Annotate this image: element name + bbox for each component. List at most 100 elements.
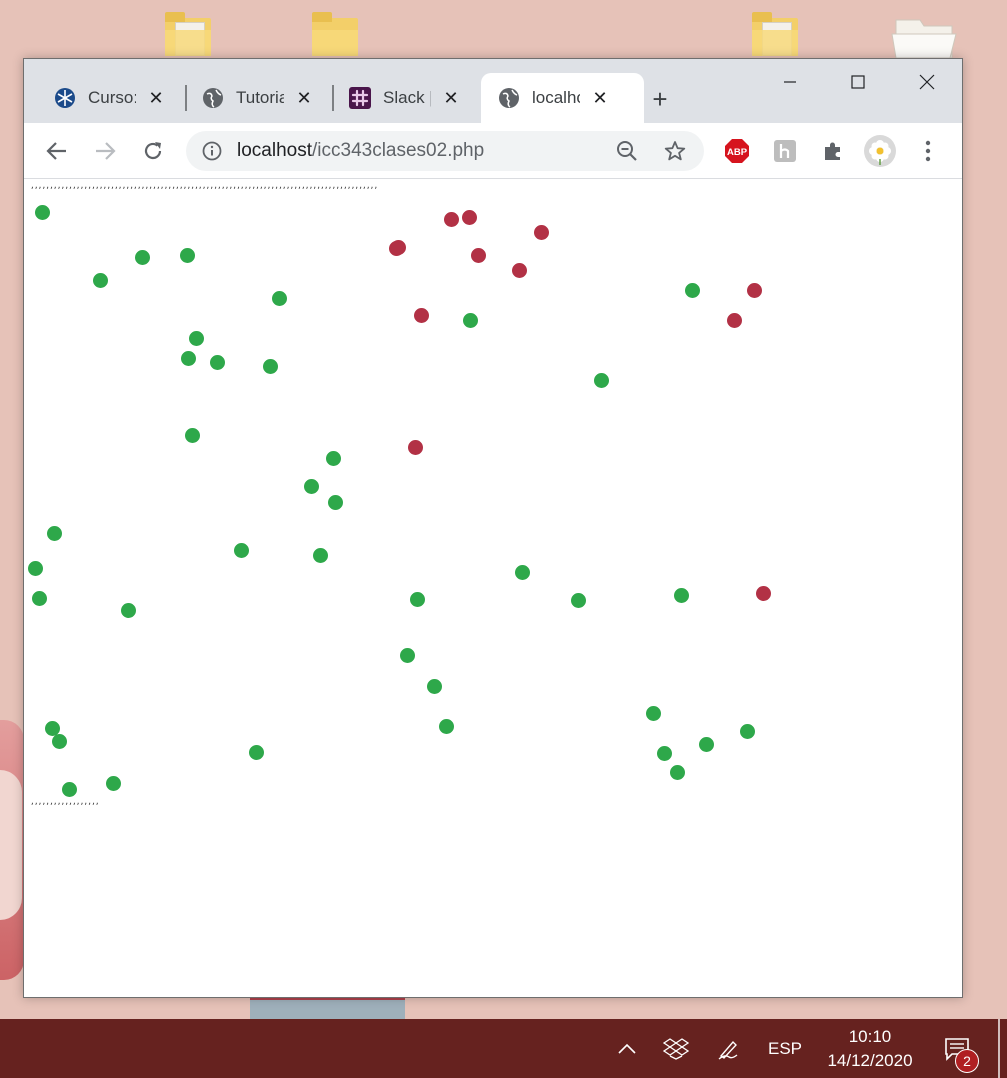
green-dot: [303, 478, 319, 494]
h-extension-icon: [774, 140, 796, 162]
tab-curso[interactable]: Curso: ✕: [44, 73, 194, 123]
menu-button[interactable]: [912, 135, 944, 167]
green-dot: [645, 705, 661, 721]
green-dot: [134, 249, 150, 265]
green-dot: [271, 290, 287, 306]
globe-icon: [498, 87, 520, 109]
green-dot: [312, 547, 328, 563]
minimize-button[interactable]: [767, 69, 813, 95]
tab-separator: [332, 85, 334, 111]
green-dot: [233, 542, 249, 558]
browser-window: Curso: ✕ Tutoria ✕ Slack | ✕ localhos: [23, 58, 963, 998]
green-dot: [669, 764, 685, 780]
red-dot: [533, 224, 549, 240]
desktop-folder-icon[interactable]: [312, 12, 358, 56]
zoom-out-icon[interactable]: [616, 140, 638, 167]
minimize-icon: [784, 81, 796, 83]
green-dot: [462, 312, 478, 328]
profile-avatar[interactable]: [864, 135, 896, 167]
green-dot: [120, 602, 136, 618]
clock-time: 10:10: [848, 1027, 892, 1046]
dots-canvas: [24, 179, 962, 997]
maximize-icon: [851, 75, 865, 89]
tab-title: Curso:: [88, 88, 136, 107]
red-dot: [755, 585, 771, 601]
desktop-folder-icon[interactable]: [165, 12, 211, 56]
tab-localhost[interactable]: localhos ✕: [481, 73, 644, 123]
green-dot: [593, 372, 609, 388]
forward-button[interactable]: [89, 135, 121, 167]
info-icon[interactable]: [202, 141, 222, 166]
notification-count-badge: 2: [955, 1049, 979, 1073]
green-dot: [570, 592, 586, 608]
green-dot: [262, 358, 278, 374]
green-dot: [739, 723, 755, 739]
green-dot: [27, 560, 43, 576]
close-tab-icon[interactable]: ✕: [146, 88, 166, 108]
green-dot: [248, 744, 264, 760]
language-indicator[interactable]: ESP: [762, 1019, 808, 1078]
show-desktop-divider[interactable]: [998, 1019, 1000, 1078]
snowflake-icon: [54, 87, 76, 109]
arrow-right-icon: [96, 142, 116, 160]
svg-text:ABP: ABP: [727, 147, 748, 158]
daisy-avatar-icon: [864, 135, 896, 167]
red-dot: [746, 282, 762, 298]
desktop-folder-icon[interactable]: [752, 12, 798, 56]
green-dot: [426, 678, 442, 694]
show-hidden-icons-button[interactable]: [612, 1019, 642, 1078]
desktop-open-folder-icon[interactable]: [890, 12, 960, 59]
page-content: ,,,,,,,,,,,,,,,,,,,,,,,,,,,,,,,,,,,,,,,,…: [24, 179, 962, 997]
green-dot: [61, 781, 77, 797]
slack-icon: [349, 87, 371, 109]
back-button[interactable]: [41, 135, 73, 167]
close-tab-icon[interactable]: ✕: [441, 88, 461, 108]
address-bar[interactable]: localhost/icc343clases02.php: [186, 131, 704, 171]
taskbar: ESP 10:10 14/12/2020: [0, 1019, 1007, 1078]
green-dot: [31, 590, 47, 606]
green-dot: [209, 354, 225, 370]
tab-title: localhos: [532, 88, 580, 107]
chevron-up-icon: [618, 1043, 636, 1054]
green-dot: [188, 330, 204, 346]
pen-tray-icon[interactable]: [712, 1019, 744, 1078]
tab-strip: Curso: ✕ Tutoria ✕ Slack | ✕ localhos: [24, 59, 962, 123]
green-dot: [34, 204, 50, 220]
maximize-button[interactable]: [835, 69, 881, 95]
green-dot: [327, 494, 343, 510]
red-dot: [470, 247, 486, 263]
red-dot: [726, 312, 742, 328]
green-dot: [514, 564, 530, 580]
adblock-icon: ABP: [725, 139, 749, 163]
honey-extension-button[interactable]: [769, 135, 801, 167]
red-dot: [413, 307, 429, 323]
url-path: /icc343clases02.php: [312, 140, 485, 161]
green-dot: [399, 647, 415, 663]
close-tab-icon[interactable]: ✕: [294, 88, 314, 108]
reload-button[interactable]: [137, 135, 169, 167]
close-tab-icon[interactable]: ✕: [590, 88, 610, 108]
close-window-button[interactable]: [904, 69, 950, 95]
globe-icon: [202, 87, 224, 109]
new-tab-button[interactable]: +: [646, 84, 674, 114]
green-dot: [92, 272, 108, 288]
tab-slack[interactable]: Slack | ✕: [339, 73, 489, 123]
tab-title: Slack |: [383, 88, 431, 107]
green-dot: [698, 736, 714, 752]
adblock-extension-button[interactable]: ABP: [721, 135, 753, 167]
bottom-tick-marks: ,,,,,,,,,,,,,,,,,,: [30, 797, 100, 806]
dropbox-tray-icon[interactable]: [660, 1019, 692, 1078]
puzzle-icon: [825, 142, 840, 160]
red-dot: [390, 239, 406, 255]
clock[interactable]: 10:10 14/12/2020: [815, 1025, 925, 1073]
tab-tutorial[interactable]: Tutoria ✕: [192, 73, 342, 123]
kebab-menu-icon: [925, 140, 931, 162]
star-bookmark-icon[interactable]: [664, 140, 686, 167]
red-dot: [461, 209, 477, 225]
extensions-button[interactable]: [817, 135, 849, 167]
green-dot: [409, 591, 425, 607]
green-dot: [46, 525, 62, 541]
reload-icon: [144, 142, 162, 160]
red-dot: [407, 439, 423, 455]
arrow-left-icon: [46, 142, 66, 160]
